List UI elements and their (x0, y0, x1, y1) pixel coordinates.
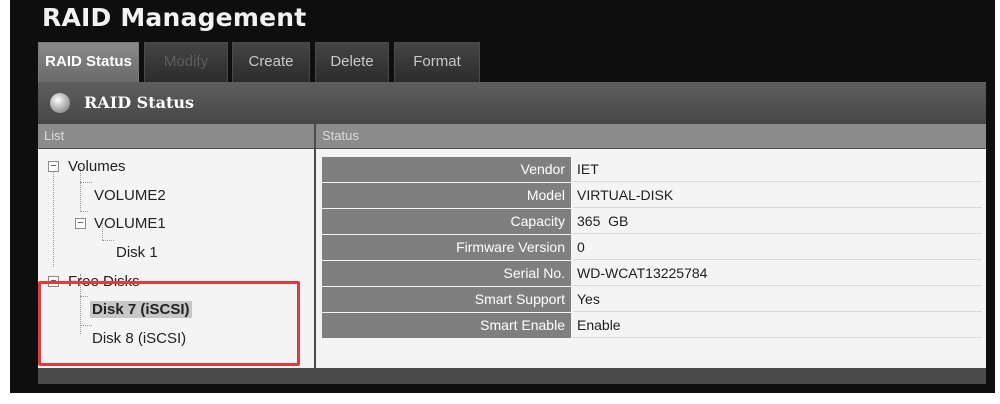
collapse-volume1-toggle[interactable]: − (75, 218, 86, 229)
prop-value: 0 (573, 235, 982, 260)
prop-value: Yes (573, 287, 982, 312)
app-window: RAID Management RAID Status Modify Creat… (10, 0, 995, 393)
page-title: RAID Management (42, 3, 307, 32)
prop-row-vendor: Vendor IET (322, 157, 982, 182)
highlight-box (38, 281, 300, 366)
prop-value: VIRTUAL-DISK (573, 183, 982, 208)
tab-delete[interactable]: Delete (315, 42, 389, 82)
prop-value: Enable (573, 313, 982, 338)
prop-row-capacity: Capacity 365 GB (322, 209, 982, 234)
panel-title: RAID Status (84, 93, 194, 112)
prop-row-model: Model VIRTUAL-DISK (322, 183, 982, 208)
prop-key: Model (322, 183, 571, 208)
status-details: Vendor IET Model VIRTUAL-DISK Capacity 3… (316, 149, 986, 368)
prop-key: Firmware Version (322, 235, 571, 260)
tree-connector (53, 167, 54, 267)
raid-status-panel: RAID Status List Status − Volumes VOLUME… (38, 82, 986, 384)
tree-connector (80, 182, 92, 183)
tree-connector (102, 240, 114, 241)
prop-row-serial: Serial No. WD-WCAT13225784 (322, 261, 982, 286)
prop-key: Vendor (322, 157, 571, 182)
panel-header: RAID Status (38, 82, 986, 124)
status-column-header: Status (316, 124, 986, 148)
list-column-header: List (38, 124, 314, 148)
tree-node-volumes[interactable]: Volumes (68, 158, 126, 175)
prop-key: Smart Support (322, 287, 571, 312)
tree-node-disk1[interactable]: Disk 1 (116, 244, 158, 261)
prop-key: Smart Enable (322, 313, 571, 338)
prop-value: WD-WCAT13225784 (573, 261, 982, 286)
prop-value: IET (573, 157, 982, 182)
tab-format[interactable]: Format (394, 42, 480, 82)
collapse-volumes-toggle[interactable]: − (48, 161, 59, 172)
prop-key: Capacity (322, 209, 571, 234)
tab-modify[interactable]: Modify (144, 42, 228, 82)
tree-connector (80, 211, 88, 212)
prop-row-firmware: Firmware Version 0 (322, 235, 982, 260)
tree-node-volume1[interactable]: VOLUME1 (94, 215, 166, 232)
prop-key: Serial No. (322, 261, 571, 286)
tree-node-volume2[interactable]: VOLUME2 (94, 187, 166, 204)
tab-create[interactable]: Create (232, 42, 310, 82)
prop-value: 365 GB (573, 209, 982, 234)
tab-raid-status[interactable]: RAID Status (38, 42, 139, 82)
status-icon (50, 93, 70, 113)
prop-row-smart-support: Smart Support Yes (322, 287, 982, 312)
prop-row-smart-enable: Smart Enable Enable (322, 313, 982, 338)
